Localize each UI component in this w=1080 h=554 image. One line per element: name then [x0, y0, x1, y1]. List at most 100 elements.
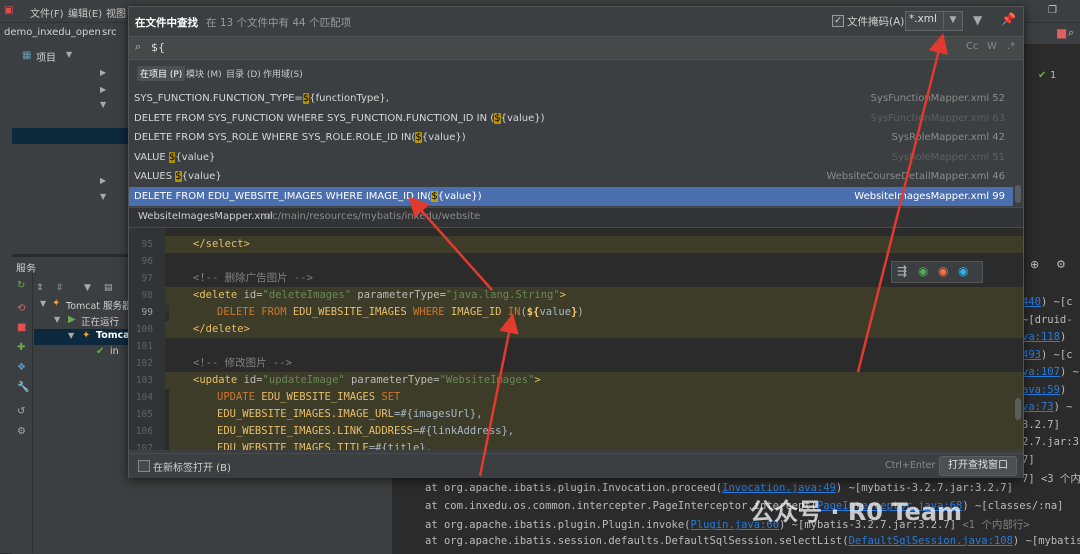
ide-logo-icon: ▣ — [4, 5, 14, 16]
tree-collapse-icon[interactable]: ▼ — [40, 299, 46, 308]
code-line: 98 <delete id="deleteImages" parameterTyp… — [129, 287, 1023, 304]
tree-collapse-icon[interactable]: ▼ — [100, 192, 106, 201]
search-icon[interactable]: ⌕ — [1068, 26, 1074, 40]
code-line: 104 UPDATE EDU_WEBSITE_IMAGES SET — [129, 389, 1023, 406]
scope-directory[interactable]: 目录 (D) — [223, 66, 264, 81]
console-link[interactable]: va:118 — [1022, 331, 1060, 343]
stop-icon[interactable]: ■ — [17, 322, 26, 333]
chevron-down-icon[interactable]: ▼ — [943, 11, 962, 29]
expand-all-icon[interactable]: ⇕ — [36, 283, 44, 293]
result-text: VALUE ${value} — [134, 151, 216, 163]
console-link[interactable]: ava:59 — [1022, 384, 1060, 396]
menu-file[interactable]: 文件(F) — [30, 5, 64, 20]
popup-footer: 在新标签打开 (B) Ctrl+Enter 打开查找窗口 — [129, 453, 1023, 478]
tree-collapse-icon[interactable]: ▼ — [68, 331, 74, 340]
line-number: 107 — [135, 443, 153, 450]
code-line: 107 EDU_WEBSITE_IMAGES.TITLE=#{title}, — [129, 440, 1023, 450]
group-icon[interactable]: ❖ — [17, 362, 26, 373]
tomcat-server-label[interactable]: Tomcat 服务器 — [66, 298, 132, 312]
refresh-icon[interactable]: ↻ — [17, 280, 25, 291]
console-line: 3.2.7] — [1022, 418, 1060, 431]
tree-expand-icon[interactable]: ▶ — [100, 85, 106, 94]
console-line: ava:59) — [1022, 383, 1067, 396]
match-case-toggle[interactable]: Cc — [966, 41, 978, 52]
console-line: 2.7.jar:3 — [1022, 436, 1079, 448]
whole-word-toggle[interactable]: W — [987, 41, 997, 52]
breadcrumb-src[interactable]: src — [102, 27, 117, 38]
menu-edit[interactable]: 编辑(E) — [68, 5, 102, 20]
scope-module[interactable]: 模块 (M) — [183, 66, 225, 81]
tree-expand-icon[interactable]: ▶ — [100, 68, 106, 77]
target-icon[interactable]: ⊕ — [1030, 258, 1039, 271]
console-link[interactable]: DefaultSqlSession.java:108 — [849, 535, 1013, 547]
shortcut-hint: Ctrl+Enter — [885, 460, 936, 471]
console-line: 7] <3 个内 — [1022, 473, 1080, 485]
console-line: 440) ~[c — [1022, 296, 1073, 308]
deploy-icon[interactable]: ✚ — [17, 342, 25, 353]
preview-file-path: src/main/resources/mybatis/inxedu/websit… — [263, 211, 481, 222]
code-line: 97 <!-- 删除广告图片 --> — [129, 270, 1023, 287]
code-block-highlight — [165, 236, 1023, 253]
popup-header: 在文件中查找在 13 个文件中有 44 个匹配项 — [135, 15, 351, 30]
preview-icon[interactable]: ⇶ — [897, 264, 907, 278]
code-line: 103 <update id="updateImage" parameterTyp… — [129, 372, 1023, 389]
collapse-all-icon[interactable]: ⇳ — [56, 283, 64, 293]
reload-icon[interactable]: ↺ — [17, 406, 25, 417]
filter-icon[interactable]: ▼ — [973, 13, 982, 27]
code-line: 99 DELETE FROM EDU_WEBSITE_IMAGES WHERE I… — [129, 304, 1023, 321]
scope-custom[interactable]: 作用域(S) — [260, 66, 306, 81]
code-scrollbar[interactable] — [1015, 398, 1021, 420]
regex-toggle[interactable]: .* — [1007, 41, 1015, 52]
menu-view[interactable]: 视图 — [106, 5, 126, 20]
result-row[interactable]: DELETE FROM EDU_WEBSITE_IMAGES WHERE IMA… — [129, 187, 1013, 206]
file-mask-checkbox[interactable]: ✓ — [832, 15, 844, 27]
scope-project[interactable]: 在项目 (P) — [137, 66, 186, 81]
result-row[interactable]: SYS_FUNCTION.FUNCTION_TYPE=${functionTyp… — [129, 89, 1013, 108]
stop-icon[interactable]: ■ — [1056, 26, 1067, 40]
pin-icon[interactable]: 📌 — [1001, 12, 1016, 26]
result-row[interactable]: DELETE FROM SYS_FUNCTION WHERE SYS_FUNCT… — [129, 109, 1013, 128]
line-number: 99 — [141, 307, 153, 318]
result-row[interactable]: VALUE ${value} SysRoleMapper.xml 51 — [129, 148, 1013, 167]
console-line: ~[druid- — [1022, 313, 1073, 326]
rerun-icon[interactable]: ⟲ — [17, 303, 25, 314]
open-new-tab-checkbox[interactable] — [138, 460, 150, 472]
console-link[interactable]: va:107 — [1022, 366, 1060, 378]
result-file-location: SysRoleMapper.xml 51 — [891, 151, 1005, 163]
edge-icon[interactable]: ◉ — [958, 264, 968, 278]
wrench-icon[interactable]: 🔧 — [17, 382, 29, 393]
result-row[interactable]: VALUES ${value} WebsiteCourseDetailMapper… — [129, 167, 1013, 186]
layout-icon[interactable]: ▤ — [104, 283, 113, 293]
running-label[interactable]: 正在运行 — [81, 314, 119, 328]
chevron-down-icon[interactable]: ▼ — [66, 50, 72, 59]
project-tab-label[interactable]: 项目 — [36, 49, 56, 64]
result-text: DELETE FROM SYS_ROLE WHERE SYS_ROLE.ROLE… — [134, 132, 466, 144]
code-preview[interactable]: 95 </select> 96 97 <!-- 删除广告图片 --> 98 <delete … — [129, 228, 1023, 450]
search-input[interactable]: ⌕ ${ Cc W .* — [129, 36, 1023, 60]
open-find-window-button[interactable]: 打开查找窗口 — [939, 456, 1017, 476]
tree-expand-icon[interactable]: ▶ — [100, 176, 106, 185]
tree-collapse-icon[interactable]: ▼ — [54, 315, 60, 324]
filter-icon[interactable]: ▼ — [84, 283, 91, 293]
result-row[interactable]: DELETE FROM SYS_ROLE WHERE SYS_ROLE.ROLE… — [129, 128, 1013, 147]
console-link[interactable]: 493 — [1022, 349, 1041, 361]
tree-collapse-icon[interactable]: ▼ — [100, 100, 106, 109]
console-link[interactable]: va:73 — [1022, 401, 1054, 413]
restore-window-icon[interactable]: ❐ — [1048, 5, 1057, 16]
inspection-count[interactable]: 1 — [1050, 70, 1056, 81]
results-scrollbar[interactable] — [1015, 89, 1021, 205]
console-link[interactable]: 440 — [1022, 296, 1041, 308]
file-mask-label: 文件掩码(A): — [847, 16, 908, 28]
code-text: </select> — [193, 238, 250, 250]
firefox-icon[interactable]: ◉ — [938, 264, 948, 278]
settings-icon[interactable]: ⚙ — [1056, 258, 1066, 271]
breadcrumb-project[interactable]: demo_inxedu_open — [4, 27, 101, 38]
code-text: </delete> — [193, 323, 250, 335]
project-tree-selected-row[interactable] — [12, 128, 128, 144]
line-number: 95 — [141, 239, 153, 250]
code-line: 105 EDU_WEBSITE_IMAGES.IMAGE_URL=#{images… — [129, 406, 1023, 423]
artifact-label[interactable]: in — [110, 346, 119, 357]
code-line: 95 </select> — [129, 236, 1023, 253]
chrome-icon[interactable]: ◉ — [918, 264, 928, 278]
settings-icon[interactable]: ⚙ — [17, 426, 26, 437]
